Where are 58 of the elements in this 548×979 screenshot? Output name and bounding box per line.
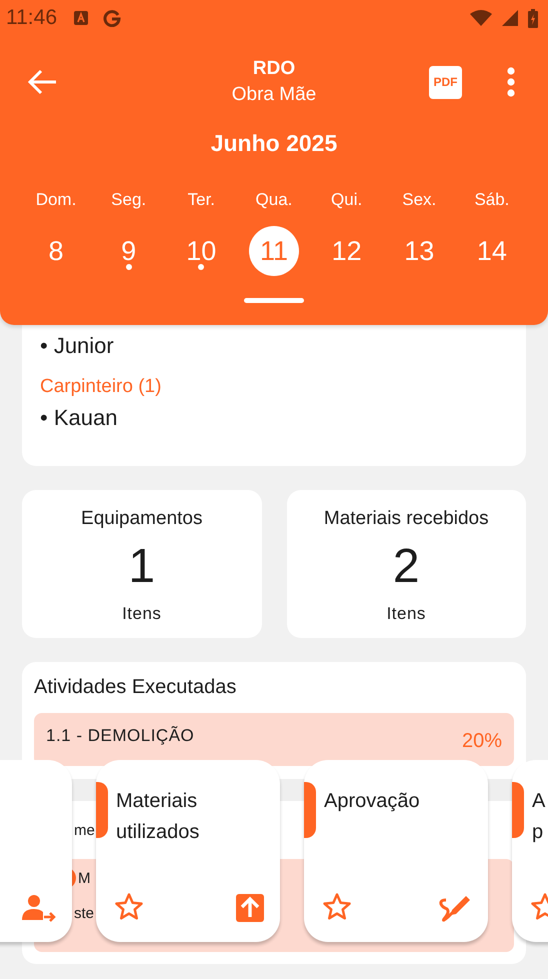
stat-title: Equipamentos [81, 508, 202, 530]
weekday-label: Qui. [331, 189, 362, 211]
role-heading: Carpinteiro (1) [40, 375, 162, 399]
activity-name: 1.1 - DEMOLIÇÃO [46, 726, 194, 746]
person-arrow-icon [22, 894, 56, 922]
card-accent [304, 782, 316, 838]
screen-subtitle: Obra Mãe [232, 83, 316, 107]
screen-title: RDO [252, 57, 296, 81]
day-button[interactable]: 13 [394, 226, 444, 276]
notification-icon [73, 10, 89, 26]
worker-name: • Junior [40, 332, 115, 360]
weekday-label: Dom. [36, 189, 76, 211]
status-time: 11:46 [6, 6, 57, 30]
back-arrow-icon[interactable] [28, 69, 58, 95]
star-icon[interactable] [322, 892, 352, 922]
day-button[interactable]: 10 [176, 226, 226, 276]
day-button[interactable]: 11 [248, 226, 299, 276]
shortcut-card[interactable]: Aprovação [304, 760, 488, 942]
activity-text: me [74, 822, 95, 838]
weekday-label: Seg. [111, 189, 146, 211]
weekday-label: Ter. [188, 189, 216, 211]
stat-card[interactable]: Equipamentos 1 Itens [22, 490, 262, 638]
drag-handle[interactable] [244, 298, 304, 303]
activity-percent: 20% [462, 730, 502, 753]
star-icon[interactable] [114, 892, 144, 922]
shortcut-card[interactable]: A p [512, 760, 548, 942]
note-author: M [78, 870, 90, 886]
shortcut-title: Materiais utilizados [116, 789, 200, 845]
day-button[interactable]: 8 [31, 226, 81, 276]
section-title: Atividades Executadas [34, 676, 238, 699]
stat-value: 1 [128, 539, 156, 595]
day-button[interactable]: 9 [104, 226, 154, 276]
more-menu-icon[interactable] [507, 67, 515, 97]
card-accent [96, 782, 108, 838]
stat-unit: Itens [122, 604, 162, 624]
worker-name: • Kauan [40, 404, 118, 432]
battery-icon [528, 8, 538, 28]
day-button[interactable]: 14 [466, 226, 517, 276]
note-text: ste [74, 905, 94, 922]
card-accent [512, 782, 524, 838]
weekday-label: Sáb. [474, 189, 510, 211]
weekday-label: Sex. [402, 189, 436, 211]
shortcut-title: A p [532, 789, 546, 845]
wifi-icon [470, 10, 492, 26]
weekday-label: Qua. [256, 189, 292, 211]
stat-unit: Itens [386, 604, 426, 624]
upload-icon [236, 894, 264, 922]
activity-item[interactable]: 1.1 - DEMOLIÇÃO 20% [34, 713, 514, 766]
notification-icon [103, 9, 121, 27]
day-button[interactable]: 12 [322, 226, 372, 276]
month-label: Junho 2025 [210, 129, 338, 158]
stat-value: 2 [392, 539, 420, 595]
stat-card[interactable]: Materiais recebidos 2 Itens [286, 490, 526, 638]
pdf-button[interactable]: PDF [429, 66, 462, 98]
stat-title: Materiais recebidos [324, 508, 489, 530]
shortcut-card[interactable]: Materiais utilizados [96, 760, 280, 942]
shortcut-title: Aprovação [324, 789, 421, 814]
signal-icon [502, 10, 518, 26]
